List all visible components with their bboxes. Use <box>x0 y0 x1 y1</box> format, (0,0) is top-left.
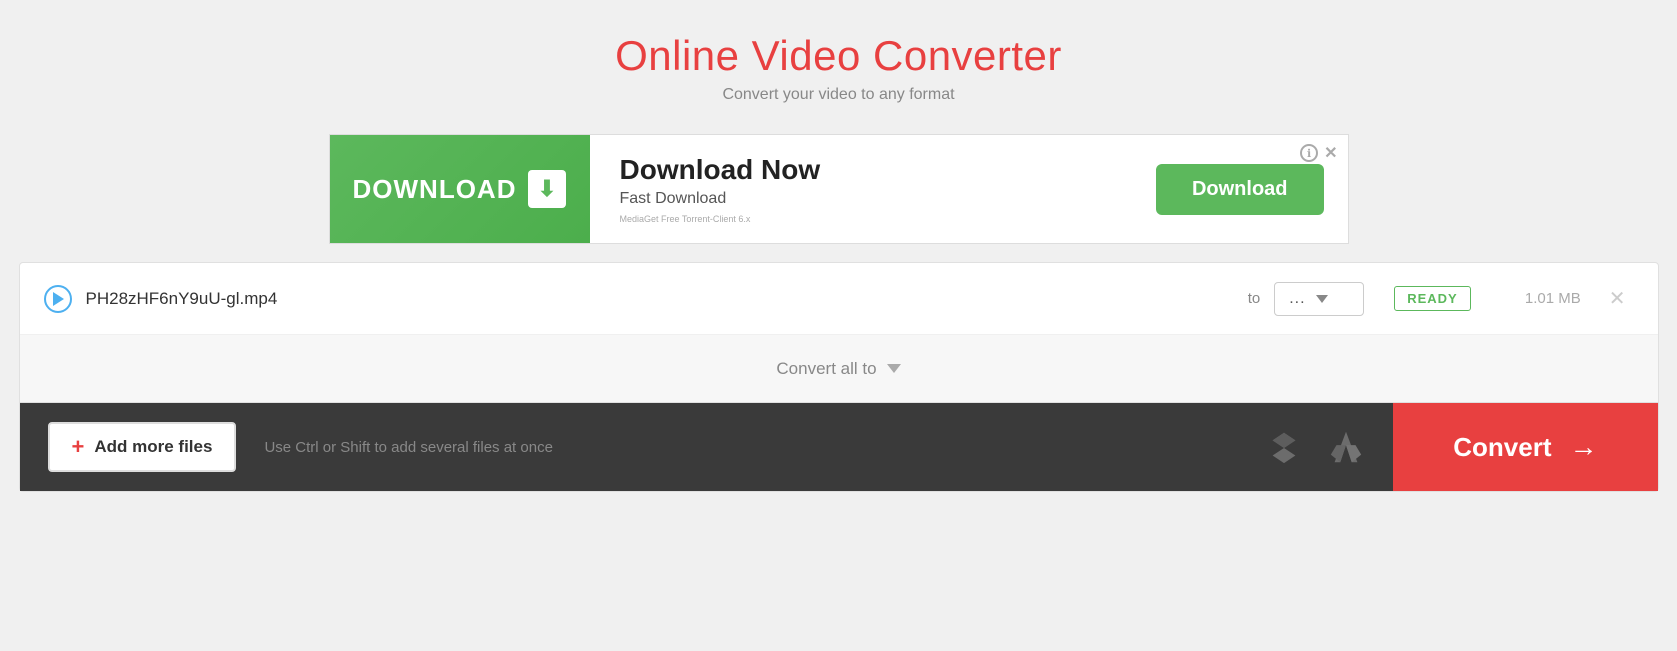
ad-download-arrow-icon: ⬇ <box>528 170 566 208</box>
converter-panel: PH28zHF6nY9uU-gl.mp4 to ... READY 1.01 M… <box>19 262 1659 492</box>
play-icon[interactable] <box>44 285 72 313</box>
ad-main-text: Download Now <box>620 154 1102 186</box>
page-subtitle: Convert your video to any format <box>615 86 1062 104</box>
page-title: Online Video Converter <box>615 32 1062 80</box>
convert-all-chevron-icon <box>887 364 901 373</box>
plus-icon: + <box>72 436 85 458</box>
google-drive-icon[interactable] <box>1327 428 1365 466</box>
format-dropdown[interactable]: ... <box>1274 282 1364 316</box>
ad-controls: ℹ ✕ <box>1300 143 1337 163</box>
arrow-right-icon: → <box>1570 431 1598 463</box>
ad-center-section: Download Now Fast Download MediaGet Free… <box>590 154 1132 224</box>
convert-label: Convert <box>1453 432 1551 463</box>
bottom-bar: + Add more files Use Ctrl or Shift to ad… <box>20 403 1658 491</box>
ad-banner-wrapper: ℹ ✕ DOWNLOAD ⬇ Download Now Fast Downloa… <box>329 134 1349 244</box>
status-badge: READY <box>1394 286 1471 311</box>
convert-all-label: Convert all to <box>776 359 876 379</box>
ad-download-green-button[interactable]: Download <box>1156 164 1324 215</box>
add-files-label: Add more files <box>94 437 212 457</box>
to-label: to <box>1248 290 1261 307</box>
format-value: ... <box>1289 290 1305 308</box>
convert-button[interactable]: Convert → <box>1393 403 1657 491</box>
cloud-icons <box>1265 428 1365 466</box>
ad-download-button[interactable]: DOWNLOAD ⬇ <box>353 170 567 208</box>
ad-close-icon[interactable]: ✕ <box>1324 143 1337 163</box>
ad-small-text: MediaGet Free Torrent-Client 6.x <box>620 214 1102 224</box>
add-files-button[interactable]: + Add more files <box>48 422 237 472</box>
convert-all-row[interactable]: Convert all to <box>20 335 1658 403</box>
ad-info-icon[interactable]: ℹ <box>1300 144 1318 162</box>
file-size: 1.01 MB <box>1501 290 1581 307</box>
remove-file-icon[interactable]: ✕ <box>1601 282 1634 315</box>
ad-sub-text: Fast Download <box>620 190 1102 208</box>
dropbox-icon[interactable] <box>1265 428 1303 466</box>
page-header: Online Video Converter Convert your vide… <box>615 0 1062 116</box>
ad-left-section: DOWNLOAD ⬇ <box>330 135 590 243</box>
chevron-down-icon <box>1316 295 1328 303</box>
ad-banner: ℹ ✕ DOWNLOAD ⬇ Download Now Fast Downloa… <box>329 134 1349 244</box>
ad-right-section: Download <box>1132 164 1348 215</box>
file-row: PH28zHF6nY9uU-gl.mp4 to ... READY 1.01 M… <box>20 263 1658 335</box>
hint-text: Use Ctrl or Shift to add several files a… <box>236 439 1265 456</box>
play-triangle <box>53 292 64 306</box>
file-name: PH28zHF6nY9uU-gl.mp4 <box>86 289 1234 309</box>
